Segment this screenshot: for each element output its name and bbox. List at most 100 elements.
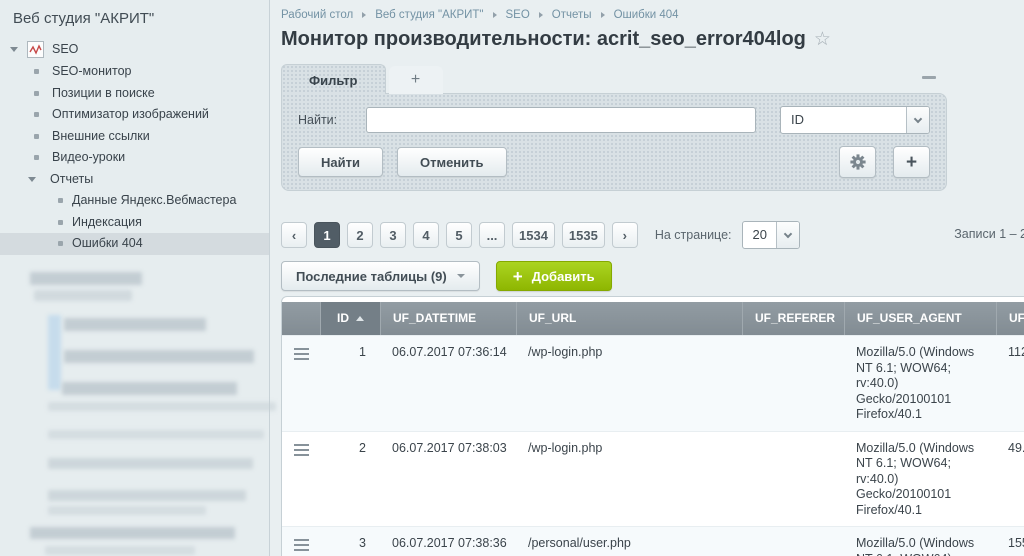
find-button[interactable]: Найти	[298, 147, 383, 177]
data-grid: ID UF_DATETIME UF_URL UF_REFERER UF_USER…	[281, 296, 1024, 556]
filter-panel: Фильтр + Найти: ID Найти Отменить	[281, 64, 947, 191]
sidebar-item-reports[interactable]: Отчеты	[0, 169, 269, 191]
cell-id: 2	[320, 432, 380, 527]
breadcrumb-link[interactable]: Веб студия "АКРИТ"	[375, 9, 483, 21]
favorite-star-icon[interactable]: ☆	[814, 28, 831, 51]
cell-datetime: 06.07.2017 07:36:14	[380, 336, 516, 431]
sidebar-title: Веб студия "АКРИТ"	[0, 0, 269, 31]
column-header-uf-referer[interactable]: UF_REFERER	[742, 302, 844, 335]
sidebar-item-label: Оптимизатор изображений	[52, 107, 209, 121]
page-ellipsis-button[interactable]: ...	[479, 222, 505, 248]
filter-body: Найти: ID Найти Отменить	[281, 93, 947, 191]
search-input[interactable]	[366, 107, 756, 133]
per-page-select[interactable]: 20	[742, 221, 800, 249]
add-filter-field-button[interactable]: +	[893, 146, 930, 178]
page-button[interactable]: 3	[380, 222, 406, 248]
caret-down-icon	[457, 274, 465, 278]
cell-datetime: 06.07.2017 07:38:03	[380, 432, 516, 527]
chevron-down-icon[interactable]	[906, 107, 929, 133]
collapse-arrow-icon[interactable]	[10, 47, 18, 52]
plus-icon: +	[513, 268, 523, 285]
sidebar-item-video-lessons[interactable]: Видео-уроки	[0, 147, 269, 169]
column-header-id[interactable]: ID	[320, 302, 380, 335]
cell-referer	[742, 527, 844, 556]
table-row: 1 06.07.2017 07:36:14 /wp-login.php Mozi…	[282, 335, 1024, 431]
tab-filter[interactable]: Фильтр	[281, 64, 386, 94]
breadcrumb-arrow-icon	[362, 12, 366, 18]
cell-datetime: 06.07.2017 07:38:36	[380, 527, 516, 556]
bullet-icon	[34, 69, 39, 74]
page-button[interactable]: 1535	[562, 222, 605, 248]
sidebar-item-indexing[interactable]: Индексация	[0, 212, 269, 234]
cell-url: /wp-login.php	[516, 336, 742, 431]
sidebar-item-label: Внешние ссылки	[52, 129, 150, 143]
recent-tables-button[interactable]: Последние таблицы (9)	[281, 261, 480, 291]
field-select[interactable]: ID	[780, 106, 930, 134]
breadcrumb-link[interactable]: Ошибки 404	[614, 9, 679, 21]
cell-referer	[742, 432, 844, 527]
main-content: Рабочий стол Веб студия "АКРИТ" SEO Отче…	[271, 0, 1024, 556]
sidebar-tree: SEO SEO-монитор Позиции в поиске Оптимиз…	[0, 37, 269, 255]
add-record-button[interactable]: + Добавить	[496, 261, 612, 291]
sidebar-item-errors-404[interactable]: Ошибки 404	[0, 233, 269, 255]
grid-header-handle	[282, 302, 320, 335]
page-button[interactable]: 1534	[512, 222, 555, 248]
sidebar: Веб студия "АКРИТ" SEO SEO-монитор Позиц…	[0, 0, 270, 556]
page-button[interactable]: 4	[413, 222, 439, 248]
breadcrumb-link[interactable]: Отчеты	[552, 9, 592, 21]
field-select-value: ID	[781, 107, 906, 133]
per-page-label: На странице:	[655, 228, 732, 242]
cell-ip: 112.1	[996, 336, 1024, 431]
row-menu-icon[interactable]	[294, 539, 309, 551]
sidebar-item-image-optimizer[interactable]: Оптимизатор изображений	[0, 104, 269, 126]
sidebar-item-external-links[interactable]: Внешние ссылки	[0, 126, 269, 148]
column-header-uf-user-agent[interactable]: UF_USER_AGENT	[844, 302, 996, 335]
sidebar-item-seo-monitor[interactable]: SEO-монитор	[0, 61, 269, 83]
cancel-button[interactable]: Отменить	[397, 147, 507, 177]
sidebar-item-positions[interactable]: Позиции в поиске	[0, 83, 269, 105]
column-header-uf-ip[interactable]: UF_	[996, 302, 1024, 335]
table-row: 2 06.07.2017 07:38:03 /wp-login.php Mozi…	[282, 431, 1024, 527]
breadcrumb-arrow-icon	[601, 12, 605, 18]
collapse-arrow-icon[interactable]	[28, 177, 36, 182]
collapse-filter-icon[interactable]	[922, 76, 936, 79]
per-page-value: 20	[743, 222, 776, 248]
seo-module-icon	[27, 41, 44, 58]
page-button[interactable]: 5	[446, 222, 472, 248]
plus-icon: +	[906, 153, 917, 172]
sidebar-item-label: Данные Яндекс.Вебмастера	[72, 193, 236, 207]
cell-url: /wp-login.php	[516, 432, 742, 527]
cell-referer	[742, 336, 844, 431]
column-header-uf-datetime[interactable]: UF_DATETIME	[380, 302, 516, 335]
column-header-uf-url[interactable]: UF_URL	[516, 302, 742, 335]
pagination: ‹ 1 2 3 4 5 ... 1534 1535 › На странице:…	[281, 221, 1024, 249]
sidebar-item-label: SEO	[52, 42, 78, 56]
row-menu-icon[interactable]	[294, 348, 309, 360]
next-page-button[interactable]: ›	[612, 222, 638, 248]
bullet-icon	[34, 91, 39, 96]
cell-id: 3	[320, 527, 380, 556]
breadcrumb-link[interactable]: Рабочий стол	[281, 9, 353, 21]
cell-user-agent: Mozilla/5.0 (Windows NT 6.1; WOW64; rv:4…	[844, 432, 996, 527]
add-filter-tab-button[interactable]: +	[389, 66, 443, 94]
breadcrumb-link[interactable]: SEO	[506, 9, 530, 21]
column-label: ID	[337, 302, 349, 335]
chevron-down-icon[interactable]	[776, 222, 799, 248]
page-button[interactable]: 1	[314, 222, 340, 248]
cell-ip: 155.1	[996, 527, 1024, 556]
breadcrumb: Рабочий стол Веб студия "АКРИТ" SEO Отче…	[281, 0, 1024, 21]
filter-settings-button[interactable]	[839, 146, 876, 178]
cell-id: 1	[320, 336, 380, 431]
sidebar-item-seo[interactable]: SEO	[0, 37, 269, 61]
page-button[interactable]: 2	[347, 222, 373, 248]
cell-ip: 49.22	[996, 432, 1024, 527]
row-menu-icon[interactable]	[294, 444, 309, 456]
prev-page-button[interactable]: ‹	[281, 222, 307, 248]
cell-user-agent: Mozilla/5.0 (Windows NT 6.1; WOW64) Appl…	[844, 527, 996, 556]
recent-tables-label: Последние таблицы (9)	[296, 269, 447, 284]
bullet-icon	[58, 198, 63, 203]
breadcrumb-arrow-icon	[539, 12, 543, 18]
sidebar-item-yandex-webmaster-data[interactable]: Данные Яндекс.Вебмастера	[0, 190, 269, 212]
bullet-icon	[34, 134, 39, 139]
page-title-text: Монитор производительности: acrit_seo_er…	[281, 28, 806, 51]
